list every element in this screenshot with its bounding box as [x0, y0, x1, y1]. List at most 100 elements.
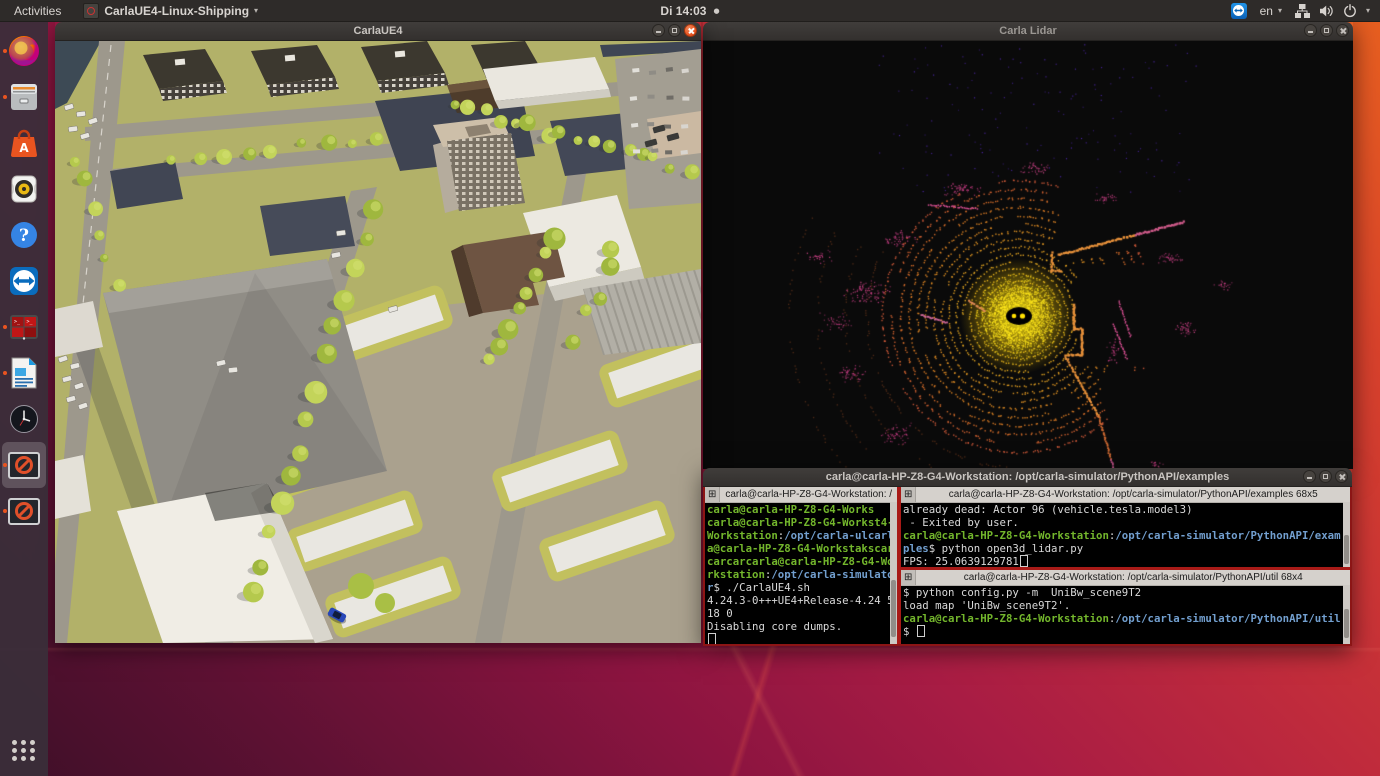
clock-label: Di 14:03: [660, 4, 706, 18]
terminal-window-titlebar[interactable]: carla@carla-HP-Z8-G4-Workstation: /opt/c…: [703, 468, 1352, 487]
app-menu[interactable]: CarlaUE4-Linux-Shipping ▾: [79, 0, 262, 22]
terminal-output[interactable]: already dead: Actor 96 (vehicle.tesla.mo…: [901, 503, 1350, 567]
terminal-line: load map 'UniBw_scene9T2'.: [903, 599, 1348, 612]
terminator-icon: >_ >_: [8, 311, 40, 343]
carla-3d-viewport[interactable]: [55, 41, 701, 643]
carla-ue4-window: CarlaUE4: [55, 22, 701, 643]
svg-text:?: ?: [19, 226, 29, 246]
network-icon[interactable]: [1295, 4, 1310, 18]
notification-dot-icon: ●: [713, 7, 719, 15]
terminal-line: rkstation:/opt/carla-simulato: [707, 568, 895, 581]
terminal-line: [707, 633, 895, 644]
scrollbar[interactable]: [1343, 585, 1350, 644]
terminal-line: a@carla-HP-Z8-G4-Workstakscar: [707, 542, 895, 555]
file-manager-icon: [8, 81, 40, 113]
running-indicator: [3, 325, 7, 329]
dock-item-ubuntu-software[interactable]: A: [2, 120, 46, 166]
minimize-button[interactable]: [652, 24, 665, 37]
dock-item-carla-window-2[interactable]: [2, 488, 46, 534]
pane-tab[interactable]: ⊞ carla@carla-HP-Z8-G4-Workstation: /: [705, 487, 897, 503]
chevron-down-icon: ▾: [254, 6, 258, 15]
dock-item-help[interactable]: ?: [2, 212, 46, 258]
terminal-output[interactable]: carla@carla-HP-Z8-G4-Workscarla@carla-HP…: [705, 503, 897, 644]
clock-menu[interactable]: Di 14:03 ●: [660, 4, 719, 18]
pane-tab[interactable]: ⊞ carla@carla-HP-Z8-G4-Workstation: /opt…: [901, 570, 1350, 586]
dock-item-firefox[interactable]: [2, 28, 46, 74]
pane-tab-label: carla@carla-HP-Z8-G4-Workstation: /: [720, 489, 897, 500]
terminal-line: already dead: Actor 96 (vehicle.tesla.mo…: [903, 503, 1348, 516]
svg-text:>_: >_: [27, 319, 34, 325]
close-button[interactable]: [684, 24, 697, 37]
dock-item-carla-window[interactable]: [2, 442, 46, 488]
terminal-pane-bottom-right[interactable]: ⊞ carla@carla-HP-Z8-G4-Workstation: /opt…: [901, 570, 1350, 644]
carla-window-titlebar[interactable]: CarlaUE4: [55, 22, 701, 41]
svg-text:>_: >_: [14, 319, 21, 325]
terminal-line: carla@carla-HP-Z8-G4-Workstation:/opt/ca…: [903, 529, 1348, 542]
app-menu-label: CarlaUE4-Linux-Shipping: [104, 4, 249, 18]
terminal-pane-left[interactable]: ⊞ carla@carla-HP-Z8-G4-Workstation: / ca…: [705, 487, 897, 644]
dock-item-files[interactable]: [2, 74, 46, 120]
terminal-grid-icon: ⊞: [901, 570, 916, 585]
terminal-cursor: [708, 633, 716, 644]
close-button[interactable]: [1335, 470, 1348, 483]
minimize-button[interactable]: [1303, 470, 1316, 483]
maximize-button[interactable]: [1319, 470, 1332, 483]
pane-tab-label: carla@carla-HP-Z8-G4-Workstation: /opt/c…: [916, 572, 1350, 583]
chevron-down-icon: ▾: [1278, 6, 1282, 15]
terminal-line: 4.24.3-0+++UE4+Release-4.24 5: [707, 594, 895, 607]
terminal-line: $: [903, 625, 1348, 638]
running-indicator: [3, 95, 7, 99]
terminal-pane-top-right[interactable]: ⊞ carla@carla-HP-Z8-G4-Workstation: /opt…: [901, 487, 1350, 567]
activities-button[interactable]: Activities: [10, 0, 65, 22]
maximize-button[interactable]: [1320, 24, 1333, 37]
ubuntu-software-icon: A: [8, 127, 40, 159]
running-indicator: [3, 463, 7, 467]
running-indicator: [3, 509, 7, 513]
lidar-point-cloud[interactable]: [703, 41, 1353, 469]
terminal-line: 18 0: [707, 607, 895, 620]
top-bar: Activities CarlaUE4-Linux-Shipping ▾ Di …: [0, 0, 1380, 22]
terminal-line: Disabling core dumps.: [707, 620, 895, 633]
chevron-down-icon[interactable]: ▾: [1366, 6, 1370, 15]
scrollbar[interactable]: [1343, 502, 1350, 567]
dock-item-clock[interactable]: [2, 396, 46, 442]
terminal-line: $ python config.py -m UniBw_scene9T2: [903, 586, 1348, 599]
show-applications-button[interactable]: [2, 728, 46, 772]
terminal-line: Workstation:/opt/carla-ulcarl: [707, 529, 895, 542]
teamviewer-icon: [8, 265, 40, 297]
carla-lidar-window: Carla Lidar: [703, 22, 1353, 469]
terminal-line: carla@carla-HP-Z8-G4-Workst4-: [707, 516, 895, 529]
maximize-button[interactable]: [668, 24, 681, 37]
pane-tab[interactable]: ⊞ carla@carla-HP-Z8-G4-Workstation: /opt…: [901, 487, 1350, 503]
volume-icon[interactable]: [1319, 4, 1334, 18]
terminal-cursor: [1020, 555, 1028, 567]
language-indicator[interactable]: en ▾: [1256, 0, 1286, 22]
dock-item-rhythmbox[interactable]: [2, 166, 46, 212]
dock-item-libreoffice-writer[interactable]: [2, 350, 46, 396]
pane-tab-label: carla@carla-HP-Z8-G4-Workstation: /opt/c…: [916, 489, 1350, 500]
close-button[interactable]: [1336, 24, 1349, 37]
terminal-grid-icon: ⊞: [705, 487, 720, 502]
terminal-output[interactable]: $ python config.py -m UniBw_scene9T2load…: [901, 586, 1350, 638]
terminal-grid-icon: ⊞: [901, 487, 916, 502]
teamviewer-tray-icon[interactable]: [1231, 3, 1247, 19]
dock-item-terminator[interactable]: >_ >_: [2, 304, 46, 350]
terminal-line: carla@carla-HP-Z8-G4-Works: [707, 503, 895, 516]
terminal-line: - Exited by user.: [903, 516, 1348, 529]
dock-item-teamviewer[interactable]: [2, 258, 46, 304]
firefox-icon: [7, 34, 41, 68]
terminator-window: carla@carla-HP-Z8-G4-Workstation: /opt/c…: [703, 468, 1352, 646]
running-indicator: [3, 49, 7, 53]
terminal-line: carcarcarla@carla-HP-Z8-G4-Wo: [707, 555, 895, 568]
lidar-window-titlebar[interactable]: Carla Lidar: [703, 22, 1353, 41]
terminal-window-title: carla@carla-HP-Z8-G4-Workstation: /opt/c…: [826, 471, 1230, 483]
terminal-line: FPS: 25.0639129781: [903, 555, 1348, 567]
scrollbar[interactable]: [890, 502, 897, 644]
terminal-line: ples$ python open3d_lidar.py: [903, 542, 1348, 555]
minimize-button[interactable]: [1304, 24, 1317, 37]
power-icon[interactable]: [1343, 4, 1357, 18]
show-applications-icon: [12, 740, 36, 761]
terminal-cursor: [917, 625, 925, 637]
activities-label: Activities: [14, 4, 61, 18]
clock-icon: [8, 403, 40, 435]
